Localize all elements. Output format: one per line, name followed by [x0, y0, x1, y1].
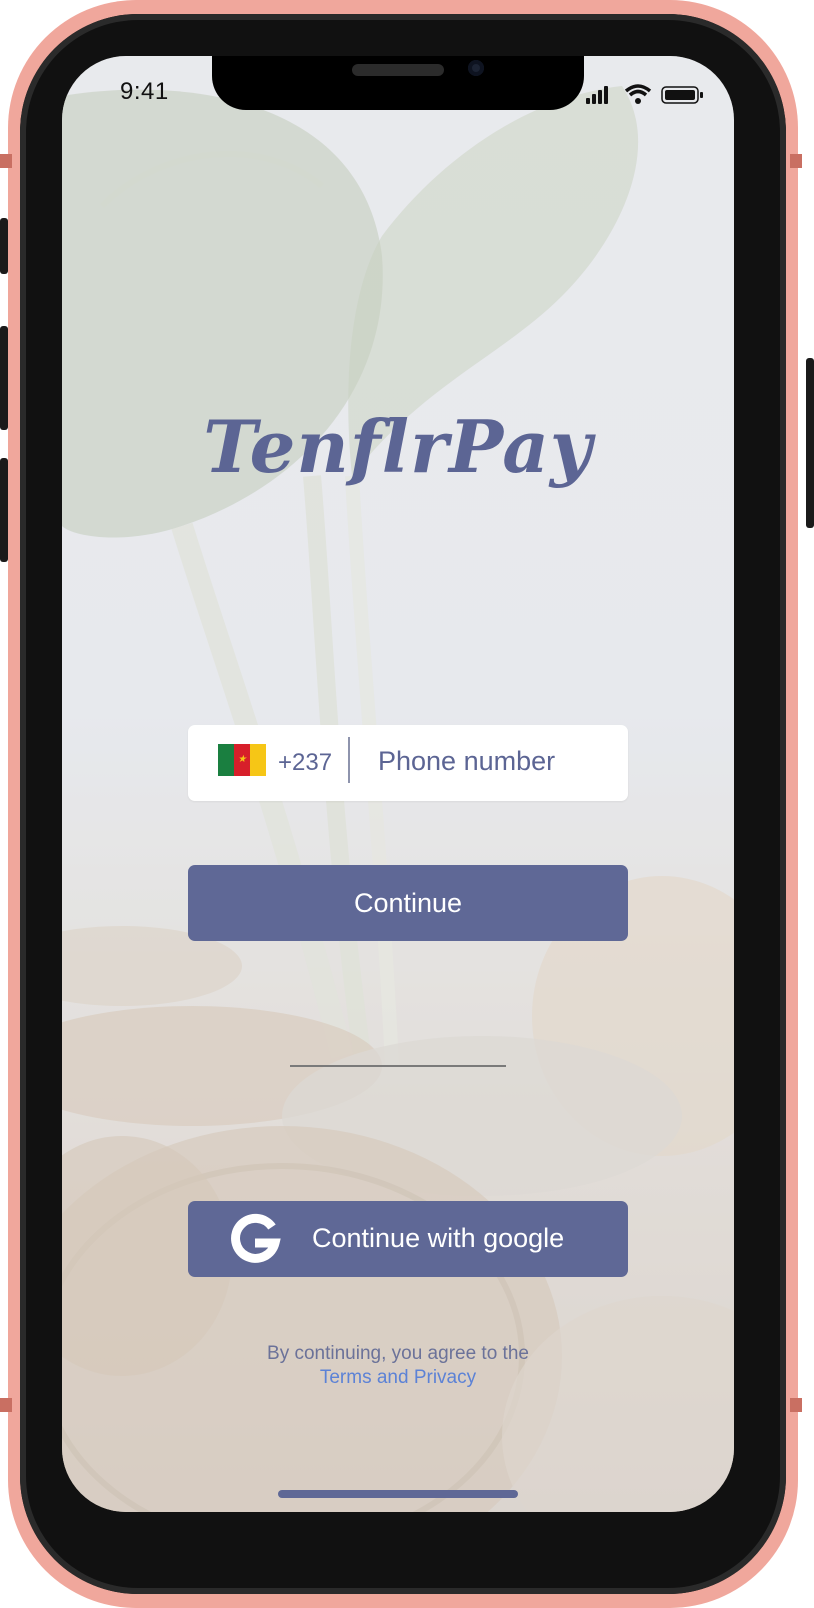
legal-notice: By continuing, you agree to the Terms an…: [62, 1342, 734, 1390]
google-icon: [231, 1213, 281, 1263]
continue-with-google-button[interactable]: Continue with google: [188, 1201, 628, 1277]
battery-icon: [661, 86, 703, 104]
wifi-icon: [624, 84, 652, 104]
continue-button[interactable]: Continue: [188, 865, 628, 941]
app-logo: TenflrPay: [203, 404, 593, 489]
silent-switch: [0, 218, 8, 274]
google-button-label: Continue with google: [312, 1223, 565, 1253]
cellular-signal-icon: [586, 86, 608, 104]
phone-number-field[interactable]: ★ +237: [188, 725, 628, 801]
legal-text: By continuing, you agree to the: [267, 1343, 529, 1364]
cameroon-flag-icon[interactable]: ★: [218, 744, 266, 776]
volume-down-button: [0, 458, 8, 562]
country-dial-code[interactable]: +237: [278, 749, 332, 777]
field-divider: [348, 737, 350, 783]
status-icons: [586, 84, 703, 104]
volume-up-button: [0, 326, 8, 430]
phone-number-input[interactable]: [376, 739, 616, 783]
power-button: [806, 358, 814, 528]
antenna-band: [790, 1398, 802, 1412]
section-divider: [290, 1065, 506, 1067]
app-screen: 9:41 TenflrPay ★ +237 Phone number Conti…: [62, 56, 734, 1512]
status-time: 9:41: [120, 78, 169, 105]
earpiece-speaker: [352, 64, 444, 76]
home-indicator[interactable]: [278, 1490, 518, 1498]
antenna-band: [0, 1398, 12, 1412]
antenna-band: [790, 154, 802, 168]
front-camera: [468, 60, 484, 76]
terms-privacy-link[interactable]: Terms and Privacy: [62, 1366, 734, 1390]
device-notch: [212, 56, 584, 110]
antenna-band: [0, 154, 12, 168]
